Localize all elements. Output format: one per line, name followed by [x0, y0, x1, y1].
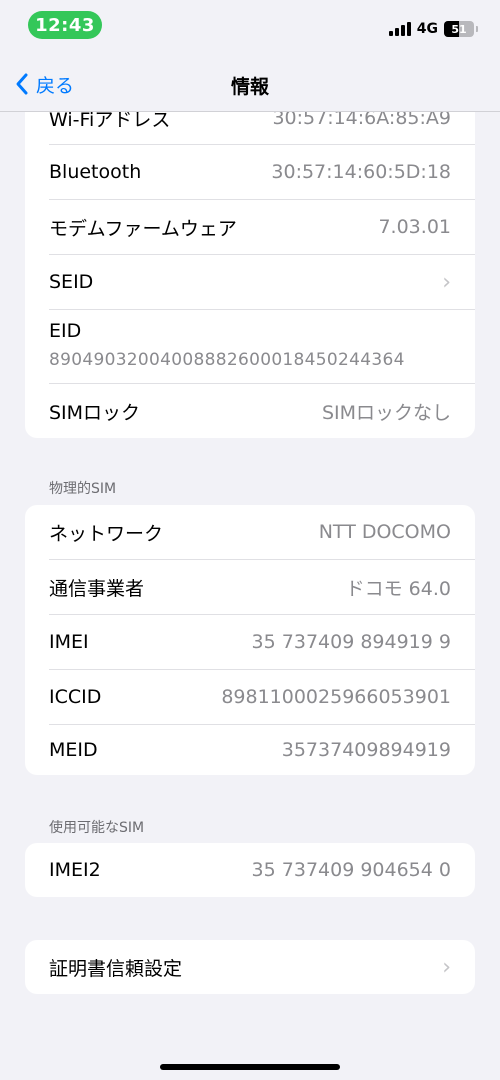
- row-value: ドコモ 64.0: [345, 577, 451, 600]
- status-time: 12:43: [28, 11, 102, 39]
- available-sim-group: IMEI2 35 737409 904654 0: [25, 843, 475, 897]
- battery-icon: 51: [444, 21, 474, 37]
- network-row: ネットワーク NTT DOCOMO: [49, 505, 451, 559]
- network-type: 4G: [416, 21, 438, 37]
- cellular-signal-icon: [388, 22, 411, 36]
- page-title: 情報: [230, 76, 269, 98]
- device-info-group: Wi-Fiアドレス 30:57:14:6A:85:A9 Bluetooth 30…: [25, 92, 475, 438]
- row-label: ICCID: [49, 686, 102, 708]
- meid-row: MEID 35737409894919: [49, 725, 451, 775]
- row-label: ネットワーク: [49, 522, 164, 545]
- section-header-physical-sim: 物理的SIM: [49, 481, 117, 497]
- row-value: 8981100025966053901: [221, 686, 451, 708]
- imei2-row: IMEI2 35 737409 904654 0: [49, 843, 451, 897]
- battery-level: 51: [451, 22, 467, 36]
- chevron-right-icon: ›: [442, 954, 451, 980]
- battery-tip: [476, 26, 478, 32]
- row-value: SIMロックなし: [321, 401, 451, 424]
- row-label: MEID: [49, 739, 98, 761]
- row-label: IMEI2: [49, 859, 101, 881]
- imei-row: IMEI 35 737409 894919 9: [49, 615, 451, 669]
- row-label: SEID: [49, 271, 94, 293]
- row-value: 7.03.01: [378, 216, 451, 238]
- row-value: 35 737409 904654 0: [251, 859, 451, 881]
- bluetooth-row: Bluetooth 30:57:14:60:5D:18: [49, 145, 451, 199]
- section-header-available-sim: 使用可能なSIM: [49, 820, 145, 836]
- status-indicators: 4G 51: [388, 19, 478, 39]
- physical-sim-group: ネットワーク NTT DOCOMO 通信事業者 ドコモ 64.0 IMEI 35…: [25, 505, 475, 775]
- row-label: 通信事業者: [49, 577, 145, 600]
- row-label: 証明書信頼設定: [49, 957, 183, 980]
- sim-lock-row: SIMロック SIMロックなし: [49, 384, 451, 438]
- certificate-trust-group: 証明書信頼設定 ›: [25, 940, 475, 994]
- certificate-trust-settings-row[interactable]: 証明書信頼設定 ›: [49, 940, 451, 994]
- eid-row: EID 89049032004008882600018450244364: [25, 310, 475, 382]
- eid-value: 89049032004008882600018450244364: [49, 350, 405, 370]
- iccid-row: ICCID 8981100025966053901: [49, 670, 451, 724]
- row-value: NTT DOCOMO: [318, 521, 451, 543]
- status-bar: 12:43 4G 51: [0, 0, 500, 50]
- seid-row[interactable]: SEID ›: [49, 255, 451, 309]
- chevron-right-icon: ›: [442, 269, 451, 295]
- row-value: 35 737409 894919 9: [251, 631, 451, 653]
- navigation-bar: 戻る 情報: [0, 50, 500, 112]
- modem-firmware-row: モデムファームウェア 7.03.01: [49, 200, 451, 254]
- home-indicator[interactable]: [160, 1064, 340, 1070]
- row-label: EID: [49, 320, 82, 342]
- row-label: IMEI: [49, 631, 89, 653]
- row-label: モデムファームウェア: [49, 217, 237, 240]
- carrier-row: 通信事業者 ドコモ 64.0: [49, 560, 451, 614]
- row-value: 30:57:14:60:5D:18: [271, 161, 451, 183]
- row-value: 35737409894919: [281, 739, 451, 761]
- row-label: SIMロック: [49, 401, 141, 424]
- row-label: Bluetooth: [49, 161, 142, 183]
